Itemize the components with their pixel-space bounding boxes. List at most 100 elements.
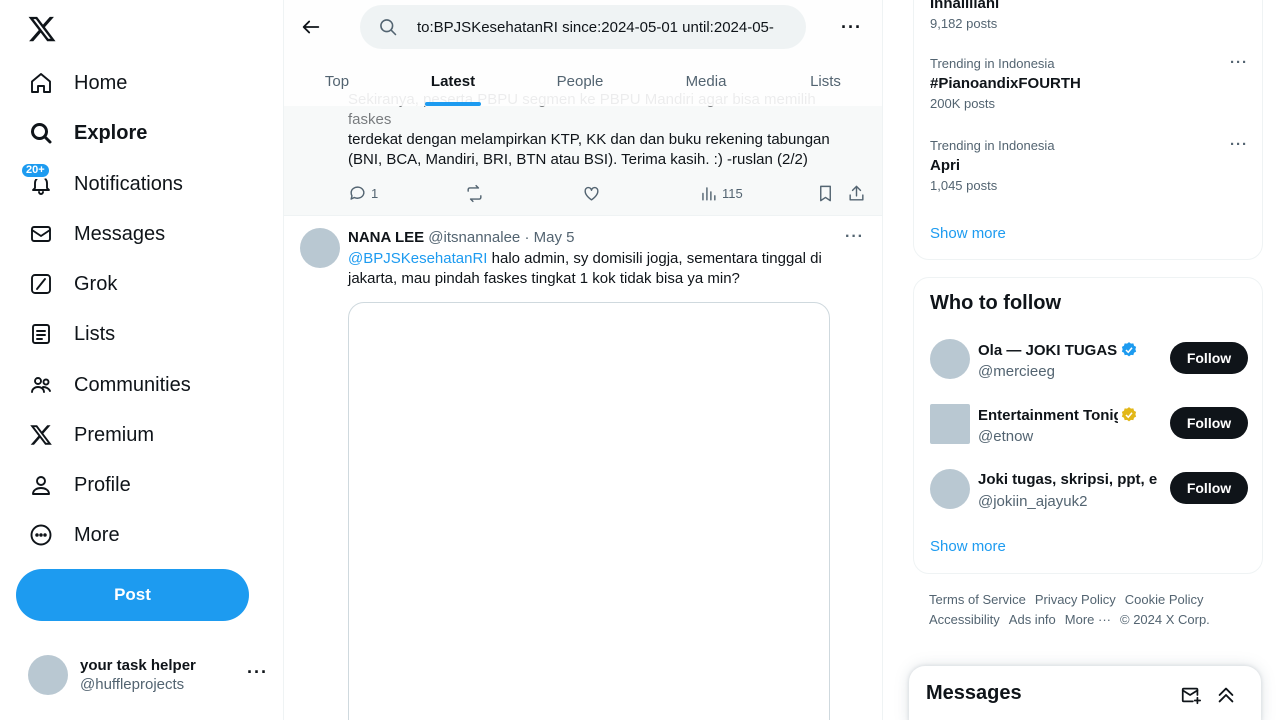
search-input[interactable]: to:BPJSKesehatanRI since:2024-05-01 unti…: [360, 5, 806, 49]
nav-grok[interactable]: Grok: [28, 266, 117, 302]
suggested-user[interactable]: Entertainment Tonigh @etnow Follow: [930, 402, 1248, 446]
trend-name: Innalillahi: [930, 0, 1000, 12]
tweet-separator: ·: [524, 229, 530, 246]
tweet-header: NANA LEE @itsnannalee · May 5: [348, 229, 574, 246]
trend-item[interactable]: Trending in Indonesia Apri 1,045 posts ·…: [930, 136, 1248, 193]
who-to-follow-show-more-link[interactable]: Show more: [930, 538, 1006, 555]
suggested-user-handle: @mercieeg: [978, 363, 1055, 380]
follow-button[interactable]: Follow: [1170, 407, 1248, 439]
trend-item[interactable]: Innalillahi 9,182 posts: [930, 0, 1248, 31]
follow-button[interactable]: Follow: [1170, 342, 1248, 374]
more-dots-icon[interactable]: ···: [1230, 54, 1248, 71]
nav-more[interactable]: More: [28, 517, 120, 553]
verified-blue-icon: [1121, 342, 1137, 357]
retweet-button[interactable]: [465, 184, 488, 203]
bookmark-button[interactable]: [816, 184, 839, 203]
tweet-text-body: terdekat dengan melampirkan KTP, KK dan …: [348, 131, 830, 168]
footer-link[interactable]: Accessibility: [929, 612, 1000, 627]
bookmark-icon: [820, 185, 831, 202]
nav-messages-label: Messages: [74, 222, 166, 245]
footer-link[interactable]: Privacy Policy: [1035, 592, 1116, 607]
footer-link[interactable]: More ···: [1065, 612, 1111, 627]
nav-lists-label: Lists: [74, 322, 116, 345]
back-arrow-icon[interactable]: [300, 16, 322, 38]
expand-chevron-icon[interactable]: [1215, 684, 1237, 706]
search-query-text: to:BPJSKesehatanRI since:2024-05-01 unti…: [417, 18, 774, 36]
analytics-icon: [702, 187, 716, 201]
post-button[interactable]: Post: [16, 569, 249, 621]
tab-lists-label: Lists: [810, 72, 841, 90]
footer-links: Terms of Service Privacy Policy Cookie Pol…: [929, 590, 1249, 630]
tweet-date[interactable]: May 5: [534, 229, 575, 246]
who-to-follow-title: Who to follow: [930, 292, 1062, 314]
reply-count: 1: [371, 186, 379, 201]
search-icon: [378, 17, 398, 37]
tab-media[interactable]: Media: [644, 56, 768, 106]
suggested-user-name: Entertainment Tonigh: [978, 406, 1118, 424]
suggested-user-handle: @jokiin_ajayuk2: [978, 493, 1088, 510]
media-card[interactable]: [348, 302, 830, 720]
views-count: 115: [722, 186, 743, 201]
retweet-icon: [467, 184, 482, 203]
person-icon: [28, 472, 54, 498]
tab-people[interactable]: People: [516, 56, 644, 106]
trend-name: Apri: [930, 157, 960, 174]
trend-item[interactable]: Trending in Indonesia #PianoandixFOURTH …: [930, 54, 1248, 111]
new-message-icon[interactable]: [1180, 684, 1202, 706]
mention-link[interactable]: @BPJSKesehatanRI: [348, 250, 487, 267]
tab-latest-label: Latest: [430, 72, 476, 90]
follow-button[interactable]: Follow: [1170, 472, 1248, 504]
nav-premium[interactable]: Premium: [28, 417, 154, 453]
tab-top[interactable]: Top: [284, 56, 390, 106]
copyright: © 2024 X Corp.: [1120, 612, 1210, 627]
more-dots-icon: ···: [247, 662, 268, 682]
tab-latest[interactable]: Latest: [390, 56, 516, 106]
home-icon: [28, 70, 54, 96]
tweet[interactable]: NANA LEE @itsnannalee · May 5 ··· @BPJSK…: [284, 216, 882, 720]
like-button[interactable]: [582, 184, 605, 203]
footer-link[interactable]: Ads info: [1009, 612, 1056, 627]
lists-icon: [28, 321, 54, 347]
suggested-user[interactable]: Ola — JOKI TUGAS & S @mercieeg Follow: [930, 337, 1248, 381]
suggested-user-name: Ola — JOKI TUGAS & S: [978, 341, 1118, 359]
messages-drawer[interactable]: Messages: [909, 666, 1261, 720]
footer-link[interactable]: Cookie Policy: [1125, 592, 1204, 607]
suggested-user[interactable]: Joki tugas, skripsi, ppt, e @jokiin_ajay…: [930, 467, 1248, 511]
more-dots-icon[interactable]: ···: [1230, 136, 1248, 153]
reply-icon: [350, 186, 365, 200]
share-button[interactable]: [847, 184, 870, 203]
footer-link[interactable]: Terms of Service: [929, 592, 1026, 607]
nav-explore-label: Explore: [74, 121, 148, 144]
x-logo-icon: [28, 422, 54, 448]
communities-icon: [28, 372, 54, 398]
who-to-follow-panel: Who to follow Ola — JOKI TUGAS & S @merc…: [913, 277, 1263, 574]
account-display-name: your task helper: [80, 657, 196, 674]
tab-lists[interactable]: Lists: [768, 56, 882, 106]
nav-explore[interactable]: Explore: [28, 115, 147, 151]
nav-lists[interactable]: Lists: [28, 316, 115, 352]
more-dots-icon[interactable]: ···: [841, 17, 862, 38]
tab-people-label: People: [556, 72, 604, 90]
trends-panel: Innalillahi 9,182 posts Trending in Indo…: [913, 0, 1263, 260]
nav-messages[interactable]: Messages: [28, 216, 165, 252]
trend-context: Trending in Indonesia: [930, 138, 1055, 153]
avatar[interactable]: [300, 228, 340, 268]
left-navigation: Home Explore 20+ Notifications Messages …: [0, 0, 284, 720]
reply-button[interactable]: 1: [348, 184, 378, 203]
views-button[interactable]: 115: [699, 184, 743, 203]
tweet-handle[interactable]: @itsnannalee: [428, 229, 520, 246]
x-logo-icon[interactable]: [27, 14, 57, 44]
nav-communities[interactable]: Communities: [28, 367, 191, 403]
more-dots-icon[interactable]: ···: [845, 228, 864, 246]
trend-context: Trending in Indonesia: [930, 56, 1055, 71]
trends-show-more-link[interactable]: Show more: [930, 225, 1006, 242]
tweet-text: @BPJSKesehatanRI halo admin, sy domisili…: [348, 249, 838, 289]
verified-gold-icon: [1121, 407, 1137, 422]
account-switcher[interactable]: your task helper @huffleprojects ···: [28, 652, 268, 698]
tweet-author[interactable]: NANA LEE: [348, 229, 424, 246]
nav-notifications[interactable]: 20+ Notifications: [20, 162, 183, 202]
nav-profile[interactable]: Profile: [28, 467, 131, 503]
tab-media-label: Media: [685, 72, 727, 90]
nav-home[interactable]: Home: [28, 65, 127, 101]
avatar: [930, 339, 970, 379]
